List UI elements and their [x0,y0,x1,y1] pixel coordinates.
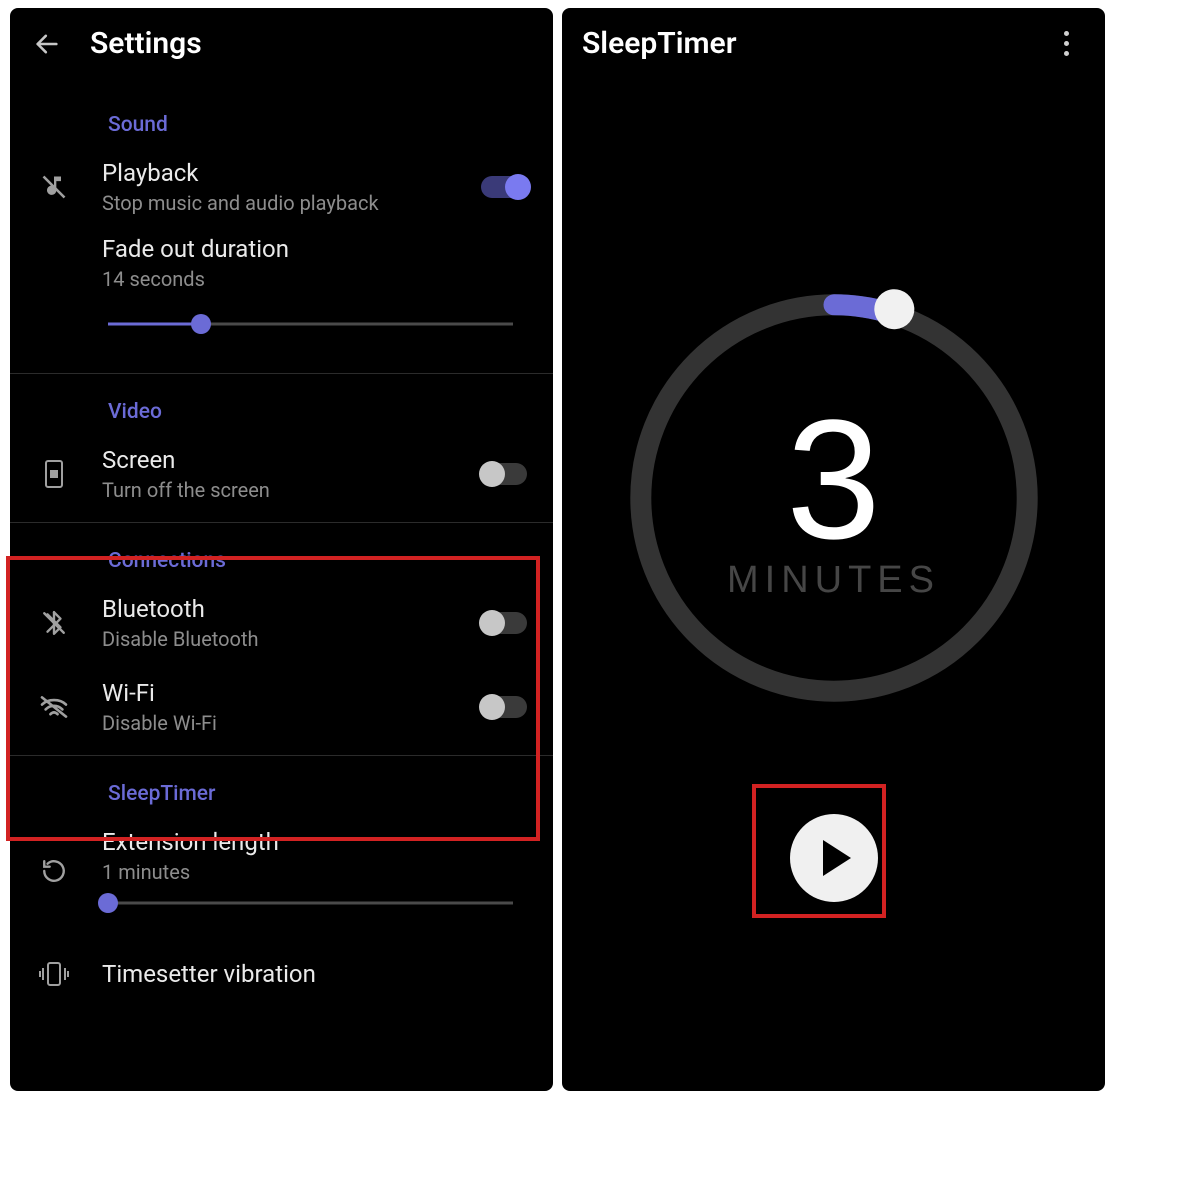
sleeptimer-header: SleepTimer [562,8,1105,79]
timer-value: 3 [786,395,881,565]
sleeptimer-title: SleepTimer [582,26,737,61]
phone-lock-icon [24,459,84,489]
panel-divider [555,8,559,1091]
vibration-icon [24,961,84,987]
refresh-icon [24,858,84,884]
row-wifi[interactable]: Wi-Fi Disable Wi-Fi [10,665,553,749]
section-label-sound: Sound [10,79,553,145]
row-title: Fade out duration [102,235,535,263]
music-off-icon [24,173,84,201]
timer-unit: MINUTES [727,559,940,602]
dial-center: 3 MINUTES [624,288,1044,708]
sleeptimer-panel: SleepTimer 3 MINUTES [562,8,1105,1091]
settings-panel: Settings Sound Playback Stop music and a… [10,8,553,1091]
row-sub: Disable Bluetooth [102,627,463,651]
row-sub: 14 seconds [102,267,535,291]
bluetooth-off-icon [24,608,84,638]
row-fade[interactable]: Fade out duration 14 seconds [10,229,553,305]
play-icon [823,840,851,876]
screen-toggle[interactable] [481,463,535,485]
divider [10,755,553,756]
timer-dial-area: 3 MINUTES [562,288,1105,708]
more-icon[interactable] [1049,27,1083,61]
row-sub: Stop music and audio playback [102,191,463,215]
row-title: Playback [102,159,463,187]
row-sub: 1 minutes [102,860,535,884]
section-label-sleeptimer: SleepTimer [10,760,553,814]
fade-slider[interactable] [108,311,513,337]
row-extension[interactable]: Extension length 1 minutes [10,814,553,888]
settings-title: Settings [90,26,202,61]
divider [10,373,553,374]
section-label-video: Video [10,378,553,432]
bluetooth-toggle[interactable] [481,612,535,634]
row-playback[interactable]: Playback Stop music and audio playback [10,145,553,229]
row-vibration[interactable]: Timesetter vibration [10,946,553,988]
wifi-toggle[interactable] [481,696,535,718]
row-screen[interactable]: Screen Turn off the screen [10,432,553,516]
row-title: Wi-Fi [102,679,463,707]
divider [10,522,553,523]
row-bluetooth[interactable]: Bluetooth Disable Bluetooth [10,581,553,665]
section-label-connections: Connections [10,527,553,581]
wifi-off-icon [24,695,84,719]
row-title: Extension length [102,828,535,856]
back-icon[interactable] [30,27,64,61]
row-title: Bluetooth [102,595,463,623]
row-title: Screen [102,446,463,474]
play-button[interactable] [790,814,878,902]
row-sub: Disable Wi-Fi [102,711,463,735]
row-title: Timesetter vibration [102,960,535,988]
row-sub: Turn off the screen [102,478,463,502]
timer-dial[interactable]: 3 MINUTES [624,288,1044,708]
page-margin [0,1093,1200,1200]
settings-header: Settings [10,8,553,79]
playback-toggle[interactable] [481,176,535,198]
extension-slider[interactable] [108,890,513,916]
